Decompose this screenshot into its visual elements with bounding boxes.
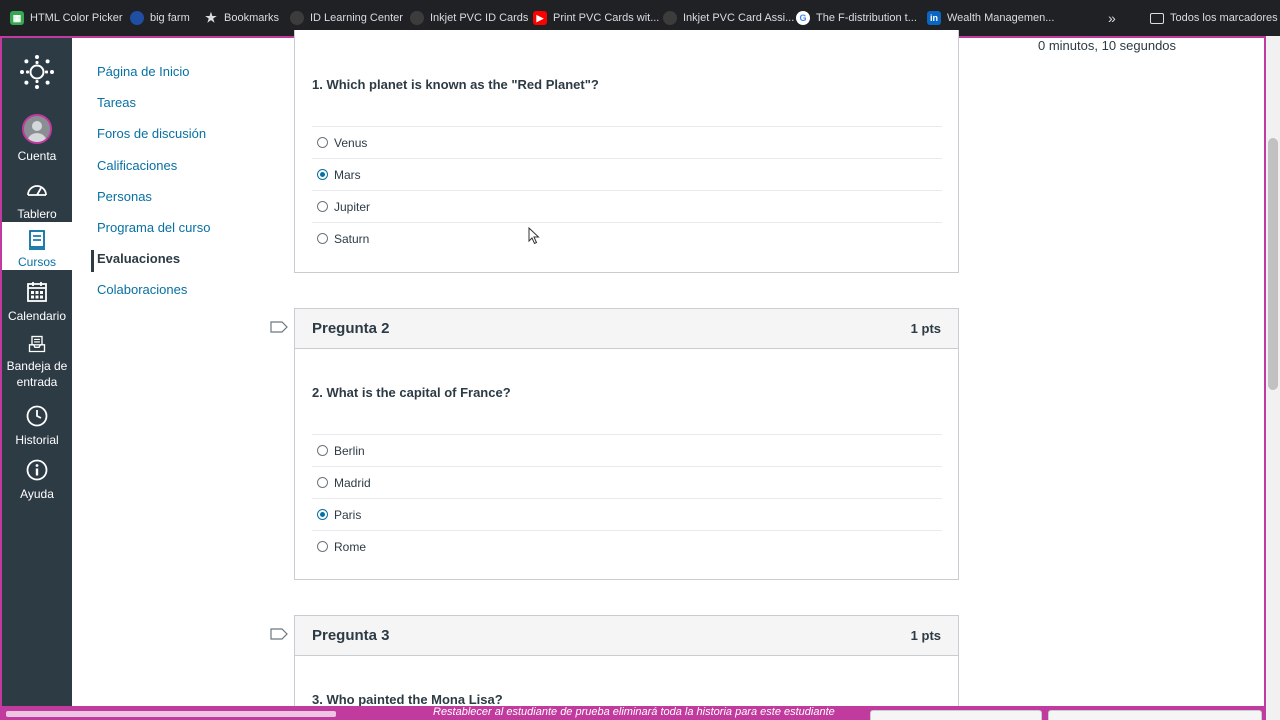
answer-option[interactable]: Venus bbox=[312, 126, 942, 158]
global-nav-account[interactable]: Cuenta bbox=[2, 114, 72, 164]
quiz-timer: 0 minutos, 10 segundos bbox=[1038, 38, 1177, 53]
courses-icon bbox=[29, 230, 45, 250]
question-text: 3. Who painted the Mona Lisa? bbox=[312, 692, 503, 706]
flag-question-icon[interactable] bbox=[270, 321, 288, 333]
global-nav-calendar[interactable]: Calendario bbox=[2, 280, 72, 324]
bookmark-big-farm[interactable]: big farm bbox=[130, 0, 190, 36]
global-nav-dashboard[interactable]: Tablero bbox=[2, 178, 72, 222]
question-title: Pregunta 2 bbox=[312, 320, 390, 337]
global-nav-help[interactable]: Ayuda bbox=[2, 458, 72, 502]
course-nav-syllabus[interactable]: Programa del curso bbox=[97, 220, 210, 235]
course-nav-assignments[interactable]: Tareas bbox=[97, 95, 136, 110]
answer-option[interactable]: Rome bbox=[312, 530, 942, 562]
html-color-picker-icon: ▦ bbox=[10, 11, 24, 25]
youtube-icon: ▶ bbox=[533, 11, 547, 25]
google-icon: G bbox=[796, 11, 810, 25]
question-text: 2. What is the capital of France? bbox=[312, 385, 511, 400]
calendar-icon bbox=[27, 282, 47, 302]
radio-button-selected[interactable] bbox=[317, 169, 328, 180]
global-nav-courses[interactable]: Cursos bbox=[2, 222, 72, 270]
active-indicator bbox=[91, 250, 94, 272]
course-nav-grades[interactable]: Calificaciones bbox=[97, 158, 177, 173]
global-nav-inbox[interactable]: Bandeja de entrada bbox=[2, 334, 72, 390]
reset-student-button[interactable] bbox=[870, 710, 1042, 720]
question-3: Pregunta 3 1 pts 3. Who painted the Mona… bbox=[294, 615, 959, 706]
radio-button[interactable] bbox=[317, 541, 328, 552]
radio-button[interactable] bbox=[317, 445, 328, 456]
radio-button[interactable] bbox=[317, 477, 328, 488]
bookmark-bookmarks[interactable]: ★ Bookmarks bbox=[204, 0, 279, 36]
star-icon: ★ bbox=[205, 10, 217, 25]
more-bookmarks-icon[interactable]: » bbox=[1108, 0, 1116, 36]
radio-button[interactable] bbox=[317, 137, 328, 148]
dashboard-icon bbox=[27, 185, 47, 196]
inbox-icon bbox=[28, 335, 46, 353]
mouse-cursor-icon bbox=[528, 227, 540, 245]
question-points: 1 pts bbox=[910, 628, 941, 643]
question-points: 1 pts bbox=[910, 321, 941, 336]
big-farm-icon bbox=[130, 11, 144, 25]
bookmark-html-color-picker[interactable]: ▦ HTML Color Picker bbox=[10, 0, 123, 36]
answer-option[interactable]: Mars bbox=[312, 158, 942, 190]
clock-icon bbox=[26, 405, 48, 427]
course-nav-discussions[interactable]: Foros de discusión bbox=[97, 126, 206, 141]
student-view-message-partial bbox=[6, 706, 346, 720]
folder-icon bbox=[1150, 12, 1164, 24]
help-icon bbox=[26, 459, 48, 481]
course-nav-people[interactable]: Personas bbox=[97, 189, 152, 204]
student-view-bar: Restablecer al estudiante de prueba elim… bbox=[0, 706, 1266, 720]
course-nav: Página de Inicio Tareas Foros de discusi… bbox=[72, 38, 272, 706]
all-bookmarks-button[interactable]: Todos los marcadores bbox=[1150, 0, 1278, 36]
radio-button[interactable] bbox=[317, 201, 328, 212]
course-nav-home[interactable]: Página de Inicio bbox=[97, 64, 190, 79]
question-2: Pregunta 2 1 pts 2. What is the capital … bbox=[294, 308, 959, 580]
question-1: 1. Which planet is known as the "Red Pla… bbox=[294, 30, 959, 273]
answer-option[interactable]: Jupiter bbox=[312, 190, 942, 222]
question-text: 1. Which planet is known as the "Red Pla… bbox=[312, 77, 599, 92]
question-title: Pregunta 3 bbox=[312, 627, 390, 644]
course-nav-collaborations[interactable]: Colaboraciones bbox=[97, 282, 187, 297]
radio-button-selected[interactable] bbox=[317, 509, 328, 520]
site-icon bbox=[290, 11, 304, 25]
scrollbar-thumb[interactable] bbox=[1268, 138, 1278, 390]
answer-option[interactable]: Madrid bbox=[312, 466, 942, 498]
answer-option[interactable]: Paris bbox=[312, 498, 942, 530]
global-nav-history[interactable]: Historial bbox=[2, 404, 72, 448]
answer-option[interactable]: Berlin bbox=[312, 434, 942, 466]
reset-student-notice: Restablecer al estudiante de prueba elim… bbox=[433, 706, 835, 718]
answer-option[interactable]: Saturn bbox=[312, 222, 942, 254]
question-header: Pregunta 3 1 pts bbox=[295, 616, 958, 656]
question-header: Pregunta 2 1 pts bbox=[295, 309, 958, 349]
radio-button[interactable] bbox=[317, 233, 328, 244]
leave-student-view-button[interactable] bbox=[1048, 710, 1262, 720]
canvas-logo-icon[interactable] bbox=[19, 54, 55, 90]
linkedin-icon: in bbox=[927, 11, 941, 25]
site-icon bbox=[410, 11, 424, 25]
flag-question-icon[interactable] bbox=[270, 628, 288, 640]
site-icon bbox=[663, 11, 677, 25]
course-nav-quizzes[interactable]: Evaluaciones bbox=[97, 251, 180, 266]
global-nav: Cuenta Tablero Cursos Calendario Bandeja… bbox=[2, 38, 72, 706]
avatar bbox=[22, 114, 52, 144]
